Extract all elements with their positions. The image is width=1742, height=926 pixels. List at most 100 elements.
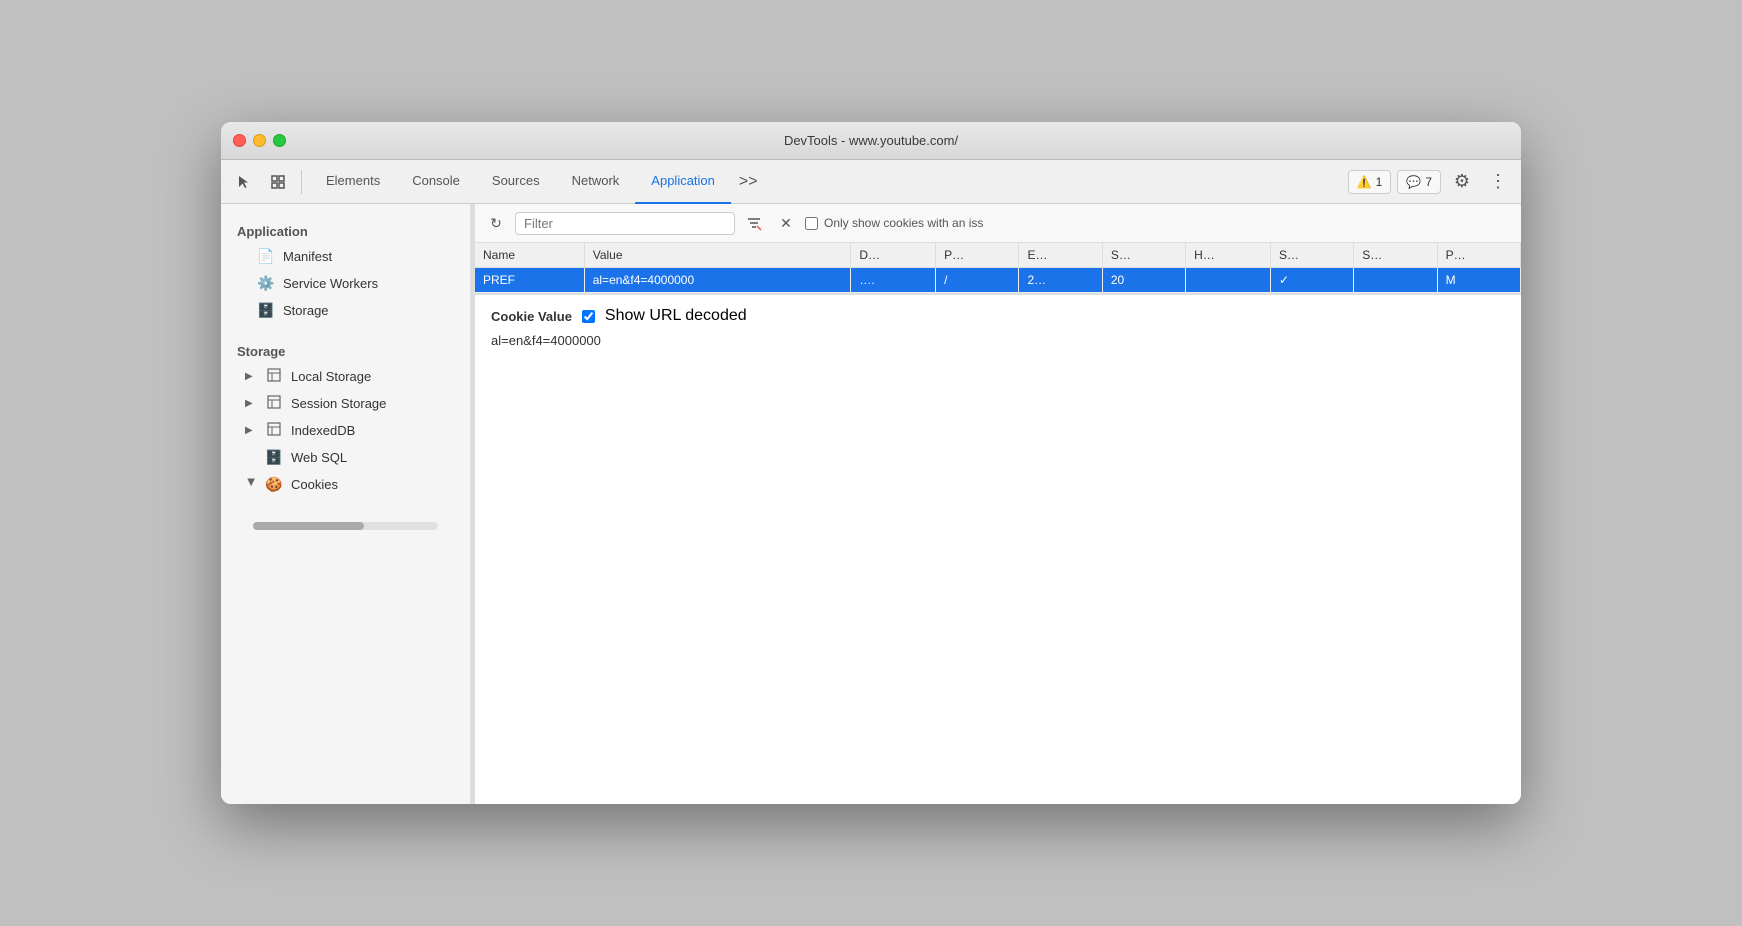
sidebar-scrollbar-thumb bbox=[253, 522, 364, 530]
devtools-window: DevTools - www.youtube.com/ Elements Con… bbox=[221, 122, 1521, 804]
cell-p: / bbox=[936, 268, 1019, 293]
only-show-label: Only show cookies with an iss bbox=[824, 216, 983, 230]
titlebar: DevTools - www.youtube.com/ bbox=[221, 122, 1521, 160]
show-url-decoded-checkbox[interactable] bbox=[582, 310, 595, 323]
col-s3: S… bbox=[1354, 243, 1437, 268]
sidebar-item-manifest[interactable]: 📄 Manifest bbox=[225, 243, 466, 270]
maximize-button[interactable] bbox=[273, 134, 286, 147]
manifest-label: Manifest bbox=[283, 249, 332, 264]
toolbar-divider bbox=[301, 170, 302, 194]
cursor-icon-button[interactable] bbox=[229, 167, 259, 197]
storage-app-icon: 🗄️ bbox=[257, 302, 275, 319]
chat-badge-button[interactable]: 💬 7 bbox=[1397, 170, 1441, 194]
table-row[interactable]: PREF al=en&f4=4000000 …. / 2… 20 ✓ M bbox=[475, 268, 1521, 293]
indexeddb-icon bbox=[265, 422, 283, 439]
sidebar-item-service-workers[interactable]: ⚙️ Service Workers bbox=[225, 270, 466, 297]
sidebar-item-local-storage[interactable]: ▶ Local Storage bbox=[225, 363, 466, 390]
cursor-icon bbox=[236, 174, 252, 190]
manifest-icon: 📄 bbox=[257, 248, 275, 265]
web-sql-icon: 🗄️ bbox=[265, 449, 283, 466]
warning-badge-button[interactable]: ⚠️ 1 bbox=[1348, 170, 1392, 194]
minimize-button[interactable] bbox=[253, 134, 266, 147]
cookies-icon: 🍪 bbox=[265, 476, 283, 493]
cookies-label: Cookies bbox=[291, 477, 338, 492]
warning-count: 1 bbox=[1376, 175, 1383, 189]
warning-icon: ⚠️ bbox=[1357, 175, 1372, 189]
local-storage-label: Local Storage bbox=[291, 369, 371, 384]
sidebar-item-web-sql[interactable]: 🗄️ Web SQL bbox=[225, 444, 466, 471]
window-title: DevTools - www.youtube.com/ bbox=[784, 133, 958, 148]
tab-application[interactable]: Application bbox=[635, 160, 731, 204]
sidebar-item-indexeddb[interactable]: ▶ IndexedDB bbox=[225, 417, 466, 444]
filter-input[interactable] bbox=[515, 212, 735, 235]
sidebar-item-cookies[interactable]: ▶ 🍪 Cookies bbox=[225, 471, 466, 498]
settings-button[interactable]: ⚙ bbox=[1447, 167, 1477, 197]
cookie-value-label: Cookie Value bbox=[491, 309, 572, 324]
sidebar-scrollbar[interactable] bbox=[253, 522, 438, 530]
col-h: H… bbox=[1186, 243, 1271, 268]
more-tabs-button[interactable]: >> bbox=[731, 173, 766, 191]
service-workers-label: Service Workers bbox=[283, 276, 378, 291]
col-p2: P… bbox=[1437, 243, 1520, 268]
cell-value: al=en&f4=4000000 bbox=[584, 268, 851, 293]
cookie-table-scroll[interactable]: Name Value D… P… E… S… H… S… S… P… bbox=[475, 243, 1521, 294]
filter-clear-icon bbox=[746, 215, 762, 231]
sidebar-scrollbar-area bbox=[221, 522, 470, 542]
more-options-button[interactable]: ⋮ bbox=[1483, 167, 1513, 197]
main-toolbar: Elements Console Sources Network Applica… bbox=[221, 160, 1521, 204]
cookie-value-text: al=en&f4=4000000 bbox=[491, 333, 1505, 348]
show-url-decoded-label: Show URL decoded bbox=[605, 307, 747, 325]
clear-filter-icon[interactable] bbox=[741, 210, 767, 236]
table-header-row: Name Value D… P… E… S… H… S… S… P… bbox=[475, 243, 1521, 268]
inspect-icon-button[interactable] bbox=[263, 167, 293, 197]
tab-sources[interactable]: Sources bbox=[476, 160, 556, 204]
toolbar-right: ⚠️ 1 💬 7 ⚙ ⋮ bbox=[1348, 167, 1513, 197]
cell-d: …. bbox=[851, 268, 936, 293]
local-storage-arrow: ▶ bbox=[245, 371, 257, 382]
chat-count: 7 bbox=[1425, 175, 1432, 189]
close-button[interactable] bbox=[233, 134, 246, 147]
storage-app-label: Storage bbox=[283, 303, 329, 318]
tab-network[interactable]: Network bbox=[556, 160, 636, 204]
storage-section-title: Storage bbox=[221, 336, 470, 363]
cell-s: 20 bbox=[1102, 268, 1185, 293]
cell-p2: M bbox=[1437, 268, 1520, 293]
col-name: Name bbox=[475, 243, 584, 268]
col-e: E… bbox=[1019, 243, 1102, 268]
indexeddb-label: IndexedDB bbox=[291, 423, 355, 438]
cell-s2: ✓ bbox=[1270, 268, 1353, 293]
tab-elements[interactable]: Elements bbox=[310, 160, 396, 204]
cell-e: 2… bbox=[1019, 268, 1102, 293]
cookies-arrow: ▶ bbox=[246, 479, 257, 491]
traffic-lights bbox=[233, 134, 286, 147]
service-workers-icon: ⚙️ bbox=[257, 275, 275, 292]
session-storage-arrow: ▶ bbox=[245, 398, 257, 409]
tab-console[interactable]: Console bbox=[396, 160, 476, 204]
sidebar: Application 📄 Manifest ⚙️ Service Worker… bbox=[221, 204, 471, 804]
web-sql-label: Web SQL bbox=[291, 450, 347, 465]
sidebar-item-storage-app[interactable]: 🗄️ Storage bbox=[225, 297, 466, 324]
chat-icon: 💬 bbox=[1406, 175, 1421, 189]
cell-name: PREF bbox=[475, 268, 584, 293]
cookie-table: Name Value D… P… E… S… H… S… S… P… bbox=[475, 243, 1521, 293]
sidebar-item-session-storage[interactable]: ▶ Session Storage bbox=[225, 390, 466, 417]
only-show-checkbox-area: Only show cookies with an iss bbox=[805, 216, 983, 230]
main-content: Application 📄 Manifest ⚙️ Service Worker… bbox=[221, 204, 1521, 804]
col-s: S… bbox=[1102, 243, 1185, 268]
refresh-button[interactable]: ↻ bbox=[483, 210, 509, 236]
col-p: P… bbox=[936, 243, 1019, 268]
session-storage-icon bbox=[265, 395, 283, 412]
cell-s3 bbox=[1354, 268, 1437, 293]
delete-icon[interactable]: ✕ bbox=[773, 210, 799, 236]
cookie-value-header: Cookie Value Show URL decoded bbox=[491, 307, 1505, 325]
application-section-title: Application bbox=[221, 216, 470, 243]
cell-h bbox=[1186, 268, 1271, 293]
toolbar-tabs: Elements Console Sources Network Applica… bbox=[310, 160, 766, 203]
session-storage-label: Session Storage bbox=[291, 396, 386, 411]
inspect-icon bbox=[270, 174, 286, 190]
only-show-checkbox[interactable] bbox=[805, 217, 818, 230]
cookie-value-area: Cookie Value Show URL decoded al=en&f4=4… bbox=[475, 294, 1521, 804]
indexeddb-arrow: ▶ bbox=[245, 425, 257, 436]
col-s2: S… bbox=[1270, 243, 1353, 268]
cookie-toolbar: ↻ ✕ Only show cookies with an iss bbox=[475, 204, 1521, 243]
